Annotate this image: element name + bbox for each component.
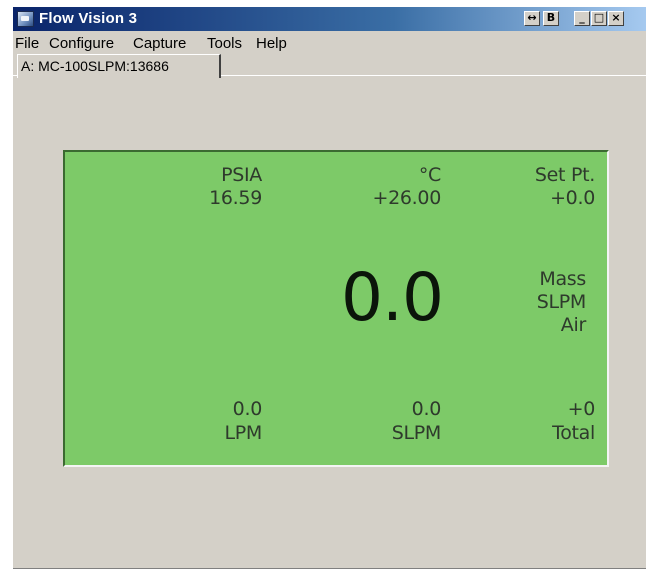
menu-capture[interactable]: Capture <box>133 34 186 53</box>
menu-help[interactable]: Help <box>256 34 287 53</box>
pressure-unit: PSIA <box>221 164 262 186</box>
menu-file[interactable]: File <box>15 34 39 53</box>
menu-tools[interactable]: Tools <box>207 34 242 53</box>
flow-display-panel: PSIA 16.59 °C +26.00 Set Pt. +0.0 0.0 Ma… <box>63 150 609 467</box>
main-flow-reading: 0.0 <box>341 259 444 336</box>
temperature-unit: °C <box>418 164 441 186</box>
mode-line-gas[interactable]: Air <box>561 314 587 337</box>
mode-line-mass[interactable]: Mass <box>539 268 586 291</box>
pressure-value: 16.59 <box>209 187 262 209</box>
restore-child-button[interactable]: B <box>543 11 559 26</box>
close-button[interactable]: × <box>608 11 624 26</box>
standard-flow-unit: SLPM <box>391 422 442 444</box>
volumetric-unit: LPM <box>224 422 262 444</box>
title-bar[interactable]: Flow Vision 3 ↔ B _ □ × <box>13 7 646 31</box>
setpoint-label[interactable]: Set Pt. <box>535 164 595 187</box>
total-label: Total <box>552 422 595 444</box>
minimize-button[interactable]: _ <box>574 11 590 26</box>
app-window: Flow Vision 3 ↔ B _ □ × File Configure C… <box>12 6 646 569</box>
menu-bar: File Configure Capture Tools Help <box>13 34 646 54</box>
app-icon[interactable] <box>17 11 34 27</box>
setpoint-value[interactable]: +0.0 <box>550 187 595 210</box>
maximize-button[interactable]: □ <box>591 11 607 26</box>
mode-line-unit[interactable]: SLPM <box>537 291 587 314</box>
volumetric-value: 0.0 <box>232 398 263 420</box>
total-value: +0 <box>567 398 596 420</box>
standard-flow-value: 0.0 <box>411 398 442 420</box>
tab-device[interactable]: A: MC-100SLPM:13686 <box>17 54 221 78</box>
temperature-value: +26.00 <box>372 187 441 209</box>
menu-configure[interactable]: Configure <box>49 34 114 53</box>
pin-icon[interactable]: ↔ <box>524 11 540 26</box>
window-title: Flow Vision 3 <box>39 10 138 27</box>
